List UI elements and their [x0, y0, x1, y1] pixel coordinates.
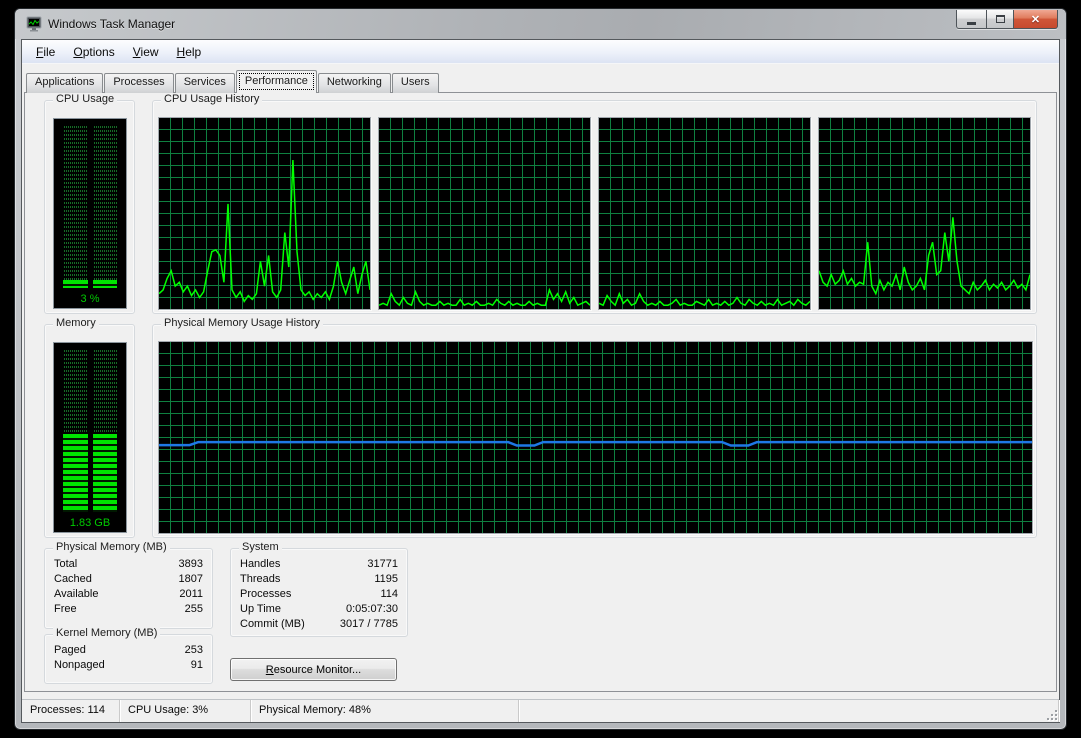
- menu-view[interactable]: View: [124, 42, 168, 62]
- resource-monitor-button[interactable]: Resource Monitor...: [230, 658, 397, 681]
- title-bar[interactable]: Windows Task Manager ✕: [15, 9, 1066, 39]
- stat-row: Nonpaged 91: [54, 659, 203, 671]
- stat-row: Free 255: [54, 603, 203, 615]
- status-physical-memory: Physical Memory: 48%: [251, 700, 519, 722]
- stat-row: Handles 31771: [240, 558, 398, 570]
- tab-strip: Applications Processes Services Performa…: [24, 70, 440, 93]
- memory-history-group: Physical Memory Usage History: [152, 317, 1037, 538]
- tab-processes[interactable]: Processes: [104, 73, 174, 93]
- memory-gauge-columns: [63, 350, 117, 512]
- minimize-icon: [967, 21, 976, 25]
- tab-applications[interactable]: Applications: [26, 73, 104, 93]
- stat-row: Threads 1195: [240, 573, 398, 585]
- cpu-history-group: CPU Usage History: [152, 93, 1037, 314]
- menu-bar: File Options View Help: [22, 40, 1059, 64]
- minimize-button[interactable]: [956, 10, 986, 29]
- window-title: Windows Task Manager: [48, 17, 176, 31]
- memory-gauge: 1.83 GB: [53, 342, 127, 533]
- memory-history-group-label: Physical Memory Usage History: [161, 317, 323, 329]
- system-group-label: System: [239, 541, 282, 553]
- stat-row: Commit (MB) 3017 / 7785: [240, 618, 398, 630]
- cpu-history-graph-core2: [378, 117, 591, 310]
- memory-gauge-value: 1.83 GB: [69, 517, 111, 529]
- physical-memory-group-label: Physical Memory (MB): [53, 541, 170, 553]
- kernel-memory-group-label: Kernel Memory (MB): [53, 627, 161, 639]
- cpu-gauge-columns: [63, 126, 117, 288]
- stat-row: Paged 253: [54, 644, 203, 656]
- cpu-history-group-label: CPU Usage History: [161, 93, 263, 105]
- close-icon: ✕: [1030, 13, 1041, 26]
- cpu-history-graph-core3: [598, 117, 811, 310]
- stat-row: Up Time 0:05:07:30: [240, 603, 398, 615]
- cpu-usage-gauge: 3 %: [53, 118, 127, 309]
- stat-row: Cached 1807: [54, 573, 203, 585]
- cpu-gauge-value: 3 %: [80, 293, 100, 305]
- app-icon[interactable]: [26, 16, 42, 32]
- resize-grip[interactable]: [1044, 707, 1057, 720]
- maximize-icon: [995, 15, 1005, 23]
- task-manager-window: Windows Task Manager ✕ File Options View…: [14, 8, 1067, 730]
- tab-performance[interactable]: Performance: [235, 70, 317, 93]
- physical-memory-group: Physical Memory (MB) Total 3893 Cached 180…: [44, 541, 213, 629]
- menu-file[interactable]: File: [27, 42, 64, 62]
- system-group: System Handles 31771 Threads 1195 Processe…: [230, 541, 408, 637]
- stat-row: Processes 114: [240, 588, 398, 600]
- cpu-usage-group-label: CPU Usage: [53, 93, 118, 105]
- tab-services[interactable]: Services: [174, 73, 235, 93]
- status-empty-section: [519, 700, 1059, 722]
- tab-networking[interactable]: Networking: [317, 73, 391, 93]
- status-bar: Processes: 114 CPU Usage: 3% Physical Me…: [22, 699, 1059, 722]
- memory-group-label: Memory: [53, 317, 99, 329]
- client-area: File Options View Help Applications Proc…: [21, 39, 1060, 723]
- cpu-history-graph-core1: [158, 117, 371, 310]
- cpu-usage-group: CPU Usage 3 %: [44, 93, 135, 314]
- status-processes: Processes: 114: [22, 700, 120, 722]
- stat-row: Available 2011: [54, 588, 203, 600]
- stat-row: Total 3893: [54, 558, 203, 570]
- memory-history-graph: [158, 341, 1033, 534]
- cpu-history-graph-core4: [818, 117, 1031, 310]
- status-cpu-usage: CPU Usage: 3%: [120, 700, 251, 722]
- performance-tab-page: CPU Usage 3 % CPU Usage History Memory 1…: [24, 92, 1057, 692]
- kernel-memory-group: Kernel Memory (MB) Paged 253 Nonpaged 91: [44, 627, 213, 684]
- menu-help[interactable]: Help: [168, 42, 211, 62]
- close-button[interactable]: ✕: [1014, 10, 1058, 29]
- window-controls: ✕: [956, 10, 1058, 29]
- tab-users[interactable]: Users: [391, 73, 439, 93]
- memory-group: Memory 1.83 GB: [44, 317, 135, 538]
- menu-options[interactable]: Options: [64, 42, 123, 62]
- maximize-button[interactable]: [986, 10, 1014, 29]
